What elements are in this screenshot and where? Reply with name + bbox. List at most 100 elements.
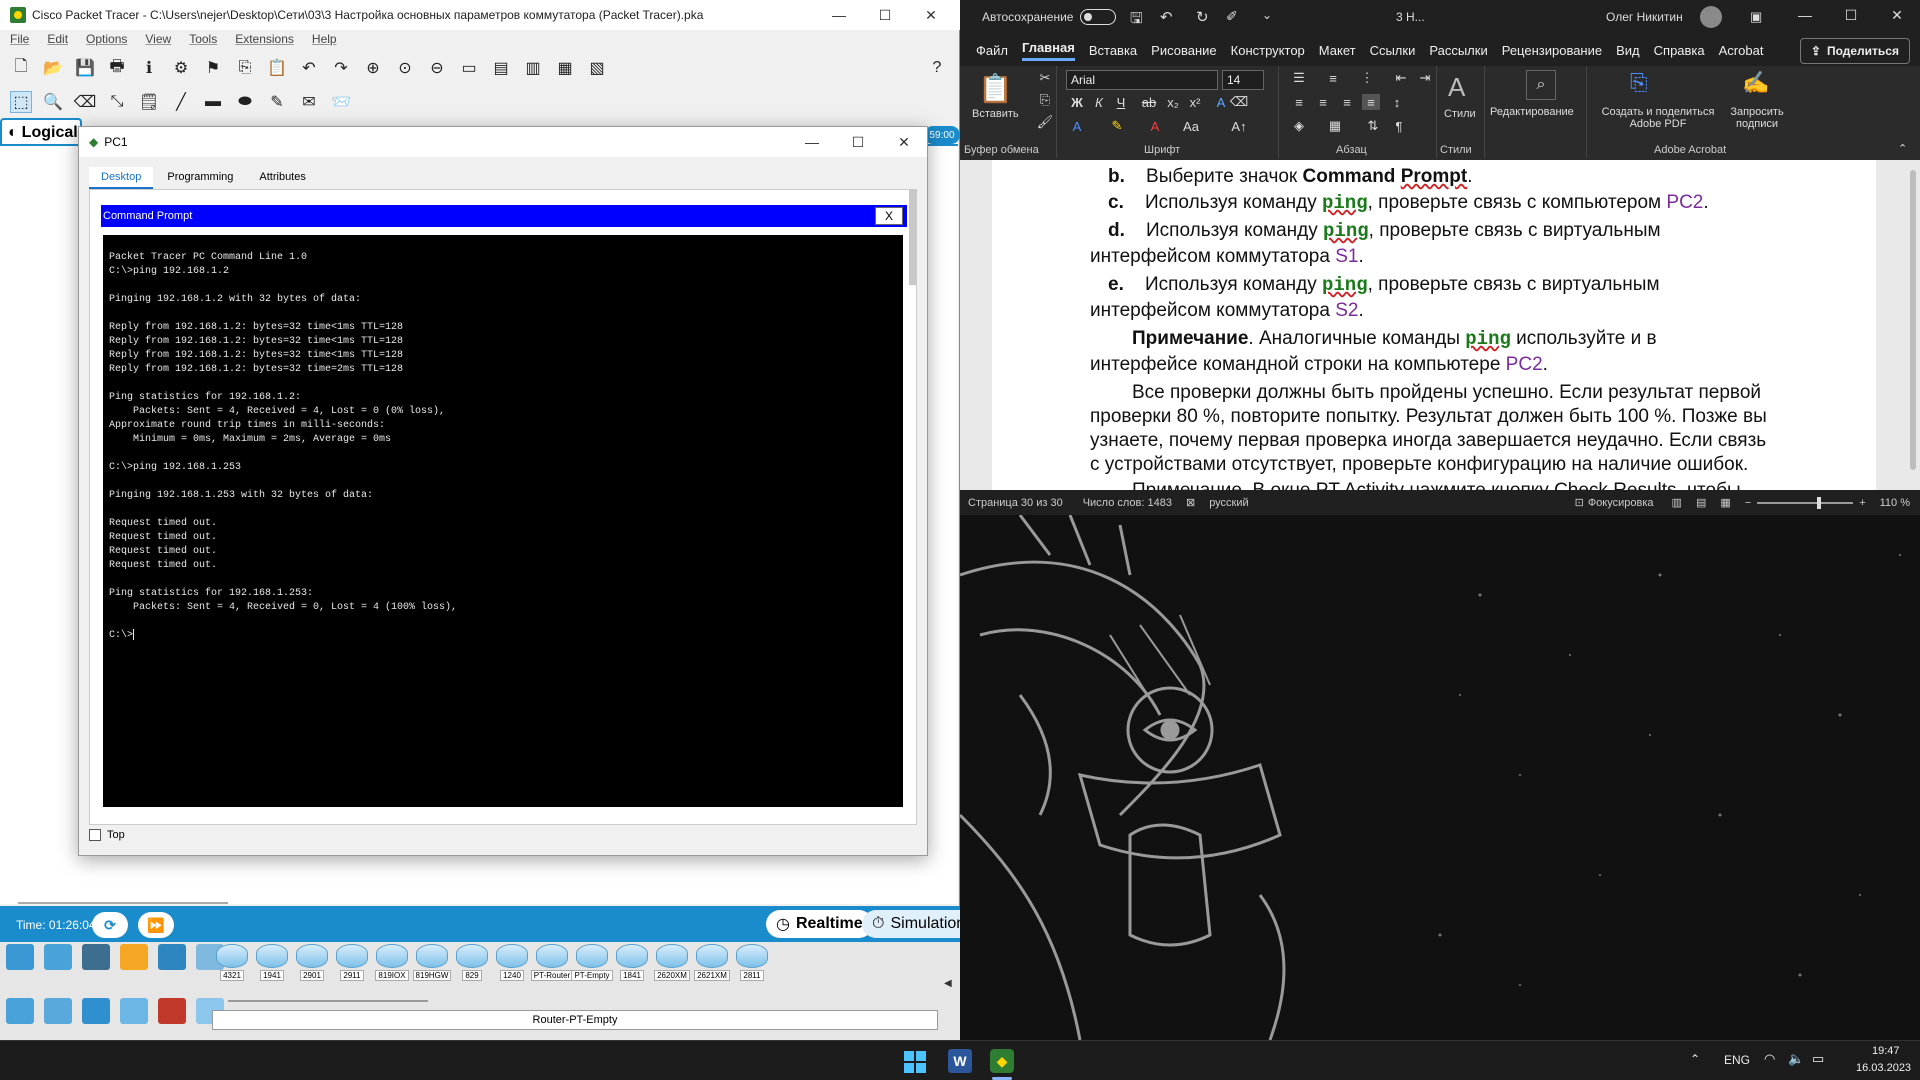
numbering-icon[interactable]: ≡ <box>1324 70 1342 86</box>
device-2620xm[interactable]: 2620XM <box>654 944 690 981</box>
wizard-icon[interactable]: ⚑ <box>202 57 224 79</box>
sort-icon[interactable]: ⇅ <box>1364 118 1382 134</box>
word-count[interactable]: Число слов: 1483 <box>1083 497 1172 509</box>
connections-icon[interactable] <box>120 944 148 970</box>
menu-file[interactable]: File <box>10 32 29 52</box>
viewport-icon[interactable]: ▥ <box>522 57 544 79</box>
create-pdf-icon[interactable]: ⎘ <box>1630 70 1648 96</box>
styles-icon[interactable]: A <box>1448 72 1465 103</box>
tab-attributes[interactable]: Attributes <box>247 167 317 189</box>
editing-label[interactable]: Редактирование <box>1490 106 1574 118</box>
share-button[interactable]: ⇪ Поделиться <box>1799 38 1910 64</box>
maximize-icon[interactable]: ☐ <box>835 127 881 157</box>
align-center-icon[interactable]: ≡ <box>1314 94 1332 110</box>
end-devices-icon[interactable] <box>44 944 72 970</box>
save-icon[interactable]: 🖫 <box>1130 8 1143 33</box>
font-color-icon[interactable]: A <box>1146 118 1164 134</box>
device-1841[interactable]: 1841 <box>614 944 650 981</box>
device-pt-empty[interactable]: PT-Empty <box>571 944 613 981</box>
device-819hgw[interactable]: 819HGW <box>412 944 452 981</box>
wifi-icon[interactable]: ◠ <box>1764 1051 1775 1067</box>
align-right-icon[interactable]: ≡ <box>1338 94 1356 110</box>
zoom-out-icon[interactable]: − <box>1745 497 1751 509</box>
proofing-icon[interactable]: ⊠ <box>1186 496 1195 509</box>
note-icon[interactable]: 🗒 <box>138 91 160 113</box>
network-devices-icon[interactable] <box>6 944 34 970</box>
switches-icon[interactable] <box>44 998 72 1024</box>
redo-icon[interactable]: ↻ <box>1196 8 1209 26</box>
paste-label[interactable]: Вставить <box>972 108 1019 120</box>
bold-icon[interactable]: Ж <box>1068 94 1086 110</box>
zoom-reset-icon[interactable]: ⊙ <box>394 57 416 79</box>
create-pdf-label[interactable]: Создать и поделиться Adobe PDF <box>1600 106 1716 130</box>
change-case-icon[interactable]: Aa <box>1182 118 1200 134</box>
close-icon[interactable]: ✕ <box>1874 0 1920 30</box>
simulation-button[interactable]: ⏱ Simulation <box>862 910 976 938</box>
show-marks-icon[interactable]: ¶ <box>1390 118 1408 134</box>
pc1-scrollbar[interactable] <box>909 189 917 285</box>
read-mode-icon[interactable]: ▥ <box>1672 496 1682 509</box>
select-tool-icon[interactable]: ⬚ <box>10 91 32 113</box>
tab-layout[interactable]: Макет <box>1319 43 1356 58</box>
routers-icon[interactable] <box>6 998 34 1024</box>
rectangle-icon[interactable]: ▬ <box>202 91 224 113</box>
zoom-in-icon[interactable]: ⊕ <box>362 57 384 79</box>
hubs-icon[interactable] <box>82 998 110 1024</box>
request-signatures-label[interactable]: Запросить подписи <box>1722 106 1792 130</box>
clear-formatting-icon[interactable]: ⌫ <box>1230 94 1248 110</box>
workspace-scrollbar[interactable] <box>18 902 228 904</box>
device-2911[interactable]: 2911 <box>334 944 370 981</box>
menu-options[interactable]: Options <box>86 32 127 52</box>
increase-indent-icon[interactable]: ⇥ <box>1416 70 1434 86</box>
line-icon[interactable]: ╱ <box>170 91 192 113</box>
ribbon-display-icon[interactable]: ▣ <box>1750 9 1762 25</box>
start-windows-icon[interactable] <box>904 1051 926 1073</box>
show-hidden-icons-icon[interactable]: ⌃ <box>1690 1052 1700 1066</box>
minimize-icon[interactable]: — <box>789 127 835 157</box>
bullets-icon[interactable]: ☰ <box>1290 70 1308 86</box>
menu-view[interactable]: View <box>145 32 171 52</box>
delete-icon[interactable]: ⌫ <box>74 91 97 113</box>
tab-help[interactable]: Справка <box>1654 43 1705 58</box>
avatar[interactable] <box>1700 6 1722 28</box>
align-left-icon[interactable]: ≡ <box>1290 94 1308 110</box>
ellipse-icon[interactable]: ⬬ <box>234 91 256 113</box>
word-taskbar-icon[interactable]: W <box>948 1049 972 1073</box>
customize-qat-icon[interactable]: ⌄ <box>1262 8 1272 22</box>
page-count[interactable]: Страница 30 из 30 <box>968 497 1063 509</box>
clock-date[interactable]: 16.03.2023 <box>1856 1062 1911 1074</box>
tab-references[interactable]: Ссылки <box>1370 43 1416 58</box>
underline-icon[interactable]: Ч <box>1112 94 1130 110</box>
paste-icon[interactable]: 📋 <box>266 57 288 79</box>
input-language[interactable]: ENG <box>1724 1053 1750 1067</box>
tab-home[interactable]: Главная <box>1021 40 1075 61</box>
network-info-icon[interactable]: ⚙ <box>170 57 192 79</box>
decrease-indent-icon[interactable]: ⇤ <box>1392 70 1410 86</box>
device-2811[interactable]: 2811 <box>734 944 770 981</box>
close-icon[interactable]: ✕ <box>908 0 954 30</box>
italic-icon[interactable]: К <box>1090 94 1108 110</box>
multilevel-list-icon[interactable]: ⋮ <box>1358 70 1376 86</box>
tab-draw[interactable]: Рисование <box>1151 43 1216 58</box>
menu-help[interactable]: Help <box>312 32 337 52</box>
menu-extensions[interactable]: Extensions <box>235 32 294 52</box>
justify-icon[interactable]: ≡ <box>1362 94 1380 110</box>
tab-view[interactable]: Вид <box>1616 43 1640 58</box>
device-819iox[interactable]: 819IOX <box>374 944 410 981</box>
print-icon[interactable]: 🖶 <box>106 57 128 79</box>
resize-icon[interactable]: ⤡ <box>106 91 128 113</box>
device-2621xm[interactable]: 2621XM <box>694 944 730 981</box>
focus-label[interactable]: Фокусировка <box>1588 497 1654 509</box>
save-icon[interactable]: 💾 <box>74 57 96 79</box>
image-icon[interactable]: ▧ <box>586 57 608 79</box>
tab-mailings[interactable]: Рассылки <box>1429 43 1487 58</box>
tab-file[interactable]: Файл <box>976 43 1008 58</box>
complex-pdu-icon[interactable]: 📨 <box>330 91 352 113</box>
inspect-icon[interactable]: 🔍 <box>42 91 64 113</box>
clock-time[interactable]: 19:47 <box>1872 1045 1900 1057</box>
minimize-icon[interactable]: — <box>816 0 862 30</box>
shading-icon[interactable]: ◈ <box>1290 118 1308 134</box>
scroll-left-icon[interactable]: ◀ <box>944 978 952 989</box>
format-painter-icon[interactable]: 🖌 <box>1036 114 1054 130</box>
copy-icon[interactable]: ⎘ <box>234 57 256 79</box>
